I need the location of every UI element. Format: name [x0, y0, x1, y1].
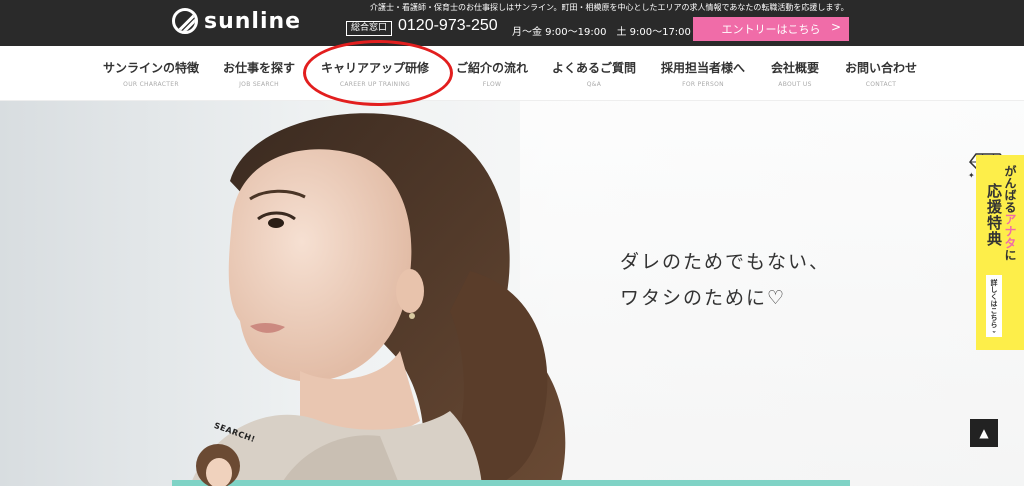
support-bonus-banner[interactable]: がんばるアナタに 応援特典 詳しくはこちら › — [976, 155, 1024, 350]
nav-item-label: 会社概要 — [770, 61, 820, 75]
svg-text:✦: ✦ — [968, 171, 975, 180]
scroll-to-top-button[interactable]: ▲ — [970, 419, 998, 447]
chevron-right-icon: > — [830, 20, 841, 34]
nav-item-job-search[interactable]: お仕事を探す JOB SEARCH — [223, 59, 295, 88]
nav-item-flow[interactable]: ご紹介の流れ FLOW — [456, 59, 528, 88]
logo-text: sunline — [204, 8, 302, 34]
logo-icon — [172, 8, 198, 34]
business-hours: 月〜金 9:00〜19:00 土 9:00〜17:00 — [512, 27, 691, 38]
nav-item-label: ご紹介の流れ — [455, 61, 529, 75]
nav-item-sublabel: OUR CHARACTER — [123, 81, 179, 88]
nav-item-qa[interactable]: よくあるご質問 Q&A — [552, 59, 636, 88]
phone-label: 総合窓口 — [346, 21, 393, 36]
tagline: 介護士・看護師・保育士のお仕事探しはサンライン。町田・相模原を中心としたエリアの… — [370, 3, 848, 12]
banner-details-link[interactable]: 詳しくはこちら › — [986, 275, 1002, 337]
search-panel-strip — [172, 480, 850, 486]
nav-item-sublabel: FOR PERSON — [682, 81, 724, 88]
banner-subtitle-b: に — [1003, 249, 1017, 261]
hero-photo — [190, 113, 566, 486]
hero-copy-line-1: ダレのためでもない、 — [620, 251, 831, 273]
entry-button[interactable]: エントリーはこちら > — [693, 17, 849, 41]
hero-copy: ダレのためでもない、 ワタシのために♡ — [620, 244, 830, 316]
chevron-up-icon: ▲ — [979, 426, 989, 440]
main-nav: サンラインの特徴 OUR CHARACTER お仕事を探す JOB SEARCH… — [0, 46, 1024, 101]
nav-item-label: お問い合わせ — [844, 61, 918, 75]
nav-item-sublabel: JOB SEARCH — [239, 81, 279, 88]
hero-copy-line-2: ワタシのために♡ — [620, 287, 787, 309]
nav-item-label: サンラインの特徴 — [102, 61, 200, 75]
banner-subtitle-a: がんばる — [1003, 165, 1017, 213]
nav-item-label: よくあるご質問 — [551, 61, 637, 75]
phone-number[interactable]: 0120-973-250 — [398, 17, 498, 35]
nav-item-sublabel: CONTACT — [865, 81, 897, 88]
nav-item-sublabel: ABOUT US — [778, 81, 812, 88]
hero-banner: ダレのためでもない、 ワタシのために♡ — [0, 101, 1024, 486]
entry-button-label: エントリーはこちら — [721, 23, 821, 36]
top-bar: sunline 介護士・看護師・保育士のお仕事探しはサンライン。町田・相模原を中… — [0, 0, 1024, 46]
nav-item-sublabel: FLOW — [482, 81, 502, 88]
nav-item-contact[interactable]: お問い合わせ CONTACT — [845, 59, 917, 88]
nav-item-label: お仕事を探す — [222, 61, 296, 75]
nav-item-about-us[interactable]: 会社概要 ABOUT US — [771, 59, 819, 88]
nav-item-sublabel: Q&A — [586, 81, 602, 88]
sunline-logo[interactable]: sunline — [172, 8, 301, 34]
banner-title: 応援特典 — [985, 183, 1003, 247]
banner-subtitle-highlight: アナタ — [1003, 213, 1017, 249]
nav-item-our-character[interactable]: サンラインの特徴 OUR CHARACTER — [103, 59, 199, 88]
avatar — [196, 444, 240, 486]
nav-item-label: 採用担当者様へ — [660, 61, 746, 75]
nav-item-for-person[interactable]: 採用担当者様へ FOR PERSON — [661, 59, 745, 88]
highlight-ring — [303, 40, 453, 106]
